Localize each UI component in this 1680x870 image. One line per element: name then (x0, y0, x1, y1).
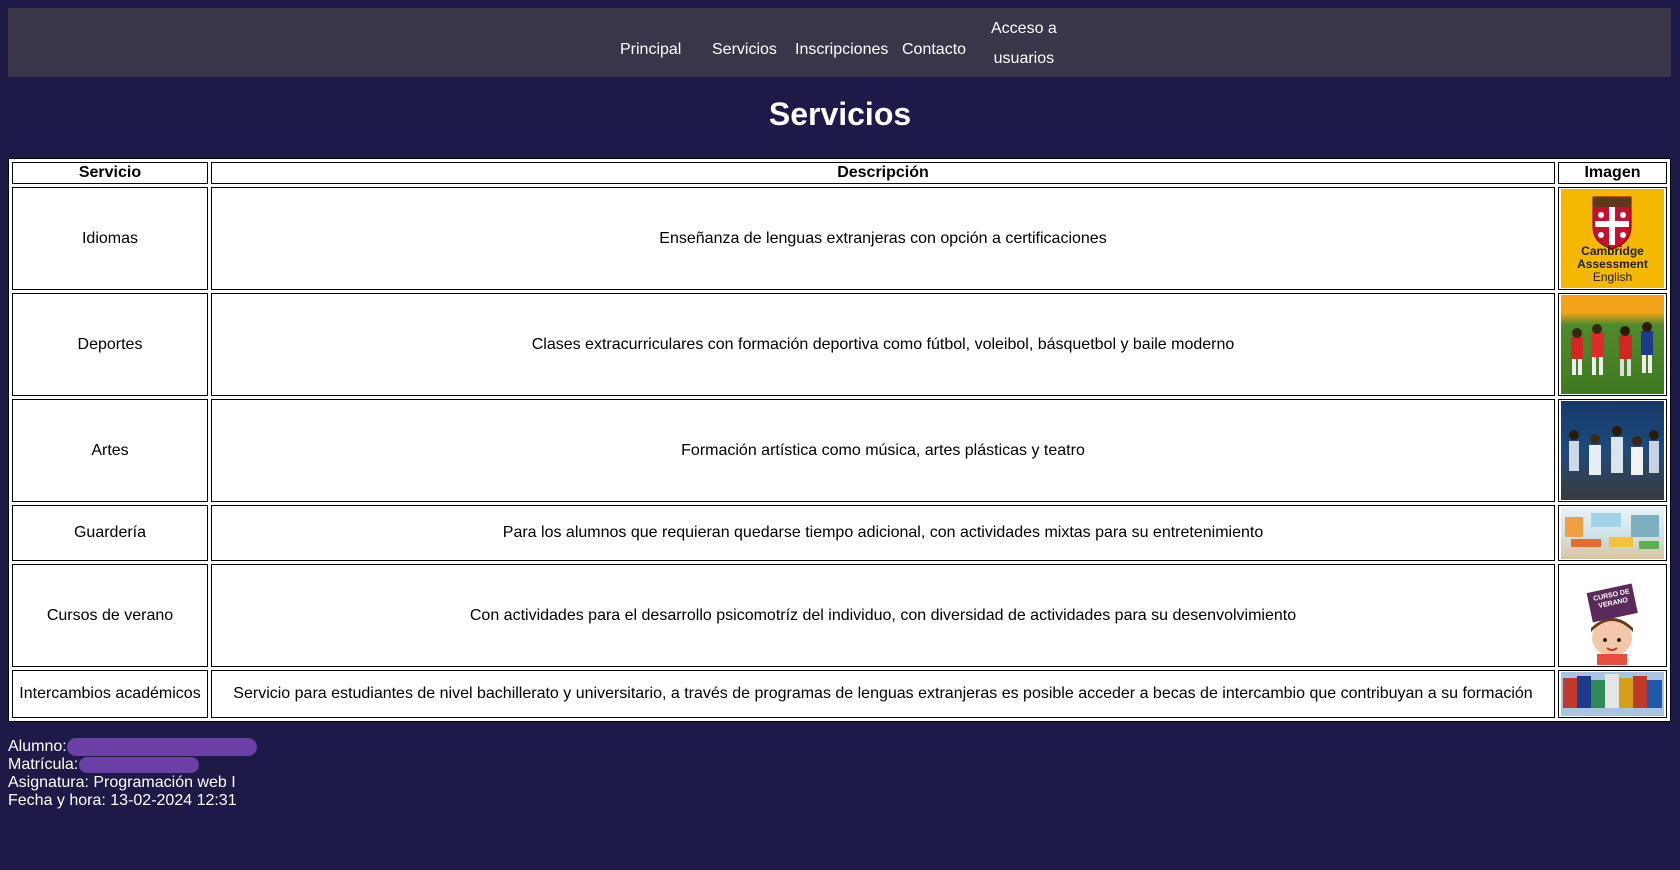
cell-descripcion: Enseñanza de lenguas extranjeras con opc… (211, 187, 1555, 290)
alumno-line: Alumno: (8, 738, 258, 756)
nav-link-acceso-usuarios[interactable]: Acceso a usuarios (991, 14, 1057, 74)
table-row: Guardería Para los alumnos que requieran… (12, 505, 1667, 561)
cell-imagen: Cambridge Assessment English (1558, 187, 1667, 290)
nav-link-inscripciones[interactable]: Inscripciones (795, 41, 888, 59)
summer-course-illustration: CURSO DE VERANO (1561, 566, 1664, 665)
asignatura-line: Asignatura: Programación web I (8, 774, 236, 792)
cambridge-line1: Cambridge (1581, 244, 1644, 258)
table-row: Cursos de verano Con actividades para el… (12, 564, 1667, 667)
matricula-label: Matrícula: (8, 756, 79, 774)
cell-servicio: Guardería (12, 505, 208, 561)
flags-illustration (1563, 674, 1662, 708)
nav-link-servicios[interactable]: Servicios (712, 41, 777, 59)
cambridge-line2: Assessment (1577, 257, 1648, 271)
cell-descripcion: Para los alumnos que requieran quedarse … (211, 505, 1555, 561)
cell-imagen: CURSO DE VERANO (1558, 564, 1667, 667)
cell-imagen (1558, 293, 1667, 396)
cell-servicio: Idiomas (12, 187, 208, 290)
cell-imagen (1558, 399, 1667, 502)
table-row: Intercambios académicos Servicio para es… (12, 670, 1667, 718)
cell-servicio: Artes (12, 399, 208, 502)
table-row: Artes Formación artística como música, a… (12, 399, 1667, 502)
matricula-line: Matrícula: (8, 756, 257, 774)
classroom-illustration (1565, 513, 1659, 549)
header-imagen: Imagen (1558, 162, 1667, 184)
cell-descripcion: Con actividades para el desarrollo psico… (211, 564, 1555, 667)
cell-servicio: Cursos de verano (12, 564, 208, 667)
cell-servicio: Deportes (12, 293, 208, 396)
cambridge-line3: English (1592, 270, 1633, 284)
page-title: Servicios (768, 96, 912, 132)
dancers-illustration (1569, 426, 1659, 475)
cell-imagen (1558, 505, 1667, 561)
cambridge-wordmark: Cambridge Assessment English (1561, 245, 1664, 284)
cell-descripcion: Clases extracurriculares con formación d… (211, 293, 1555, 396)
header-servicio: Servicio (12, 162, 208, 184)
table-header-row: Servicio Descripción Imagen (12, 162, 1667, 184)
cell-servicio: Intercambios académicos (12, 670, 208, 718)
nav-link-principal[interactable]: Principal (620, 41, 681, 59)
dance-class-photo-image (1561, 401, 1664, 500)
redacted-matricula (78, 757, 199, 773)
classroom-photo-image (1561, 507, 1664, 559)
student-info-footer: Alumno: Matrícula: Asignatura: Programac… (8, 738, 258, 810)
cell-descripcion: Servicio para estudiantes de nivel bachi… (211, 670, 1555, 718)
alumno-label: Alumno: (8, 738, 67, 756)
table-row: Deportes Clases extracurriculares con fo… (12, 293, 1667, 396)
cell-descripcion: Formación artística como música, artes p… (211, 399, 1555, 502)
table-row: Idiomas Enseñanza de lenguas extranjeras… (12, 187, 1667, 290)
nav-acceso-line2: usuarios (993, 50, 1055, 67)
soccer-photo-image (1561, 295, 1664, 394)
redacted-name (67, 738, 258, 756)
cambridge-logo-image: Cambridge Assessment English (1561, 189, 1664, 288)
nav-acceso-line1: Acceso a (991, 20, 1057, 37)
soccer-players-illustration (1571, 322, 1653, 376)
cell-imagen (1558, 670, 1667, 718)
flags-photo-image (1561, 672, 1664, 716)
top-navbar: Principal Servicios Inscripciones Contac… (8, 8, 1671, 77)
fecha-line: Fecha y hora: 13-02-2024 12:31 (8, 792, 237, 810)
nav-link-contacto[interactable]: Contacto (902, 41, 966, 59)
services-table: Servicio Descripción Imagen Idiomas Ense… (8, 158, 1671, 722)
header-descripcion: Descripción (211, 162, 1555, 184)
